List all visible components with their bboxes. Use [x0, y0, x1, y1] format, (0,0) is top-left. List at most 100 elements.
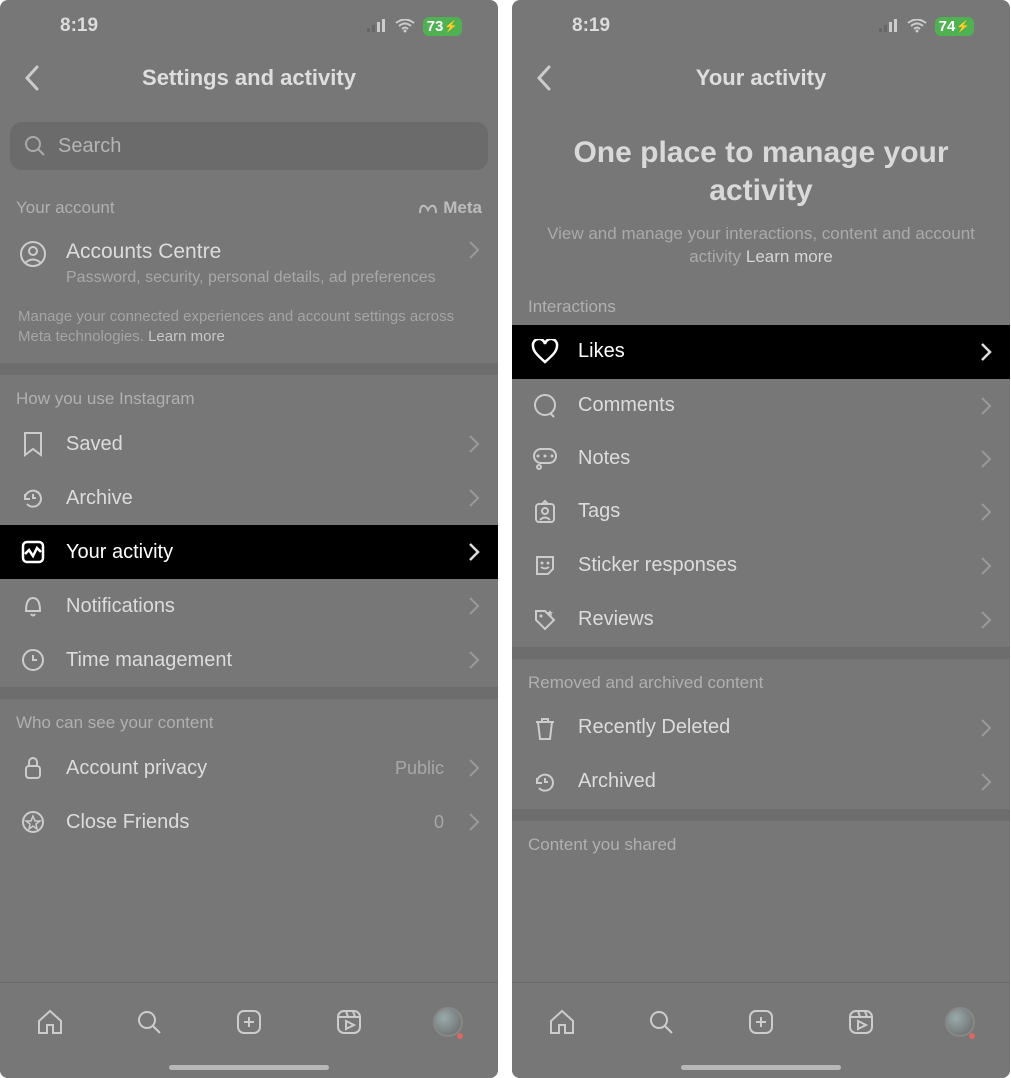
section-who-can-see: Who can see your content: [0, 699, 498, 741]
hero: One place to manage your activity View a…: [512, 104, 1010, 283]
privacy-value: Public: [395, 758, 444, 779]
hero-subtitle: View and manage your interactions, conte…: [546, 223, 976, 269]
divider: [512, 647, 1010, 659]
tab-search[interactable]: [129, 1002, 169, 1042]
saved-row[interactable]: Saved: [0, 417, 498, 471]
chevron-right-icon: [980, 502, 992, 522]
lock-icon: [18, 755, 48, 781]
chevron-right-icon: [980, 610, 992, 630]
trash-icon: [530, 715, 560, 741]
section-your-account: Your account Meta: [0, 184, 498, 226]
history-icon: [530, 769, 560, 795]
section-removed: Removed and archived content: [512, 659, 1010, 701]
sticker-icon: [530, 553, 560, 579]
history-icon: [18, 485, 48, 511]
chevron-right-icon: [980, 449, 992, 469]
wifi-icon: [395, 19, 415, 33]
bell-icon: [18, 593, 48, 619]
home-indicator: [681, 1065, 841, 1070]
thought-icon: [530, 447, 560, 471]
wifi-icon: [907, 19, 927, 33]
header: Settings and activity: [0, 52, 498, 104]
account-privacy-row[interactable]: Account privacy Public: [0, 741, 498, 795]
chevron-right-icon: [980, 718, 992, 738]
tag-star-icon: [530, 607, 560, 633]
star-circle-icon: [18, 809, 48, 835]
close-friends-row[interactable]: Close Friends 0: [0, 795, 498, 849]
tab-reels[interactable]: [329, 1002, 369, 1042]
tab-profile[interactable]: [940, 1002, 980, 1042]
avatar: [433, 1007, 463, 1037]
archived-row[interactable]: Archived: [512, 755, 1010, 809]
chevron-right-icon: [468, 650, 480, 670]
accounts-centre-subtitle: Password, security, personal details, ad…: [66, 268, 450, 289]
chevron-right-icon: [980, 342, 992, 362]
chevron-right-icon: [468, 758, 480, 778]
tab-create[interactable]: [229, 1002, 269, 1042]
chevron-right-icon: [468, 812, 480, 832]
tab-bar: [512, 982, 1010, 1078]
recently-deleted-row[interactable]: Recently Deleted: [512, 701, 1010, 755]
comments-row[interactable]: Comments: [512, 379, 1010, 433]
page-title: Your activity: [696, 65, 826, 91]
tab-create[interactable]: [741, 1002, 781, 1042]
chevron-right-icon: [980, 772, 992, 792]
chevron-right-icon: [468, 240, 480, 260]
page-title: Settings and activity: [142, 65, 356, 91]
section-how-you-use: How you use Instagram: [0, 375, 498, 417]
signal-icon: [879, 19, 899, 33]
back-button[interactable]: [524, 52, 564, 104]
divider: [512, 809, 1010, 821]
tab-profile[interactable]: [428, 1002, 468, 1042]
comment-icon: [530, 393, 560, 419]
sticker-responses-row[interactable]: Sticker responses: [512, 539, 1010, 593]
divider: [0, 687, 498, 699]
person-tag-icon: [530, 499, 560, 525]
your-activity-screen: 8:19 74⚡ Your activity One place to mana…: [512, 0, 1010, 1078]
bookmark-icon: [18, 431, 48, 457]
clock: 8:19: [60, 15, 98, 37]
likes-row[interactable]: Likes: [512, 325, 1010, 379]
activity-icon: [18, 539, 48, 565]
battery-indicator: 73⚡: [423, 17, 462, 36]
chevron-right-icon: [980, 556, 992, 576]
status-bar: 8:19 74⚡: [512, 0, 1010, 52]
chevron-right-icon: [468, 488, 480, 508]
section-interactions: Interactions: [512, 283, 1010, 325]
heart-icon: [530, 339, 560, 365]
signal-icon: [367, 19, 387, 33]
reviews-row[interactable]: Reviews: [512, 593, 1010, 647]
chevron-right-icon: [980, 396, 992, 416]
search-input[interactable]: Search: [10, 122, 488, 170]
status-bar: 8:19 73⚡: [0, 0, 498, 52]
clock-icon: [18, 647, 48, 673]
tags-row[interactable]: Tags: [512, 485, 1010, 539]
hero-title: One place to manage your activity: [546, 134, 976, 209]
archive-row[interactable]: Archive: [0, 471, 498, 525]
close-friends-value: 0: [434, 812, 444, 833]
search-icon: [24, 135, 46, 157]
chevron-right-icon: [468, 434, 480, 454]
learn-more-link[interactable]: Learn more: [148, 328, 225, 345]
your-activity-row[interactable]: Your activity: [0, 525, 498, 579]
back-button[interactable]: [12, 52, 52, 104]
notifications-row[interactable]: Notifications: [0, 579, 498, 633]
notes-row[interactable]: Notes: [512, 433, 1010, 485]
tab-home[interactable]: [542, 1002, 582, 1042]
accounts-centre-row[interactable]: Accounts Centre Password, security, pers…: [0, 226, 498, 303]
chevron-right-icon: [468, 596, 480, 616]
avatar: [945, 1007, 975, 1037]
tab-reels[interactable]: [841, 1002, 881, 1042]
chevron-right-icon: [468, 542, 480, 562]
section-content-shared: Content you shared: [512, 821, 1010, 863]
tab-home[interactable]: [30, 1002, 70, 1042]
time-management-row[interactable]: Time management: [0, 633, 498, 687]
settings-screen: 8:19 73⚡ Settings and activity Search Yo…: [0, 0, 498, 1078]
header: Your activity: [512, 52, 1010, 104]
search-placeholder: Search: [58, 135, 121, 158]
learn-more-link[interactable]: Learn more: [746, 247, 833, 266]
meta-logo: Meta: [418, 198, 482, 218]
tab-search[interactable]: [641, 1002, 681, 1042]
clock: 8:19: [572, 15, 610, 37]
battery-indicator: 74⚡: [935, 17, 974, 36]
